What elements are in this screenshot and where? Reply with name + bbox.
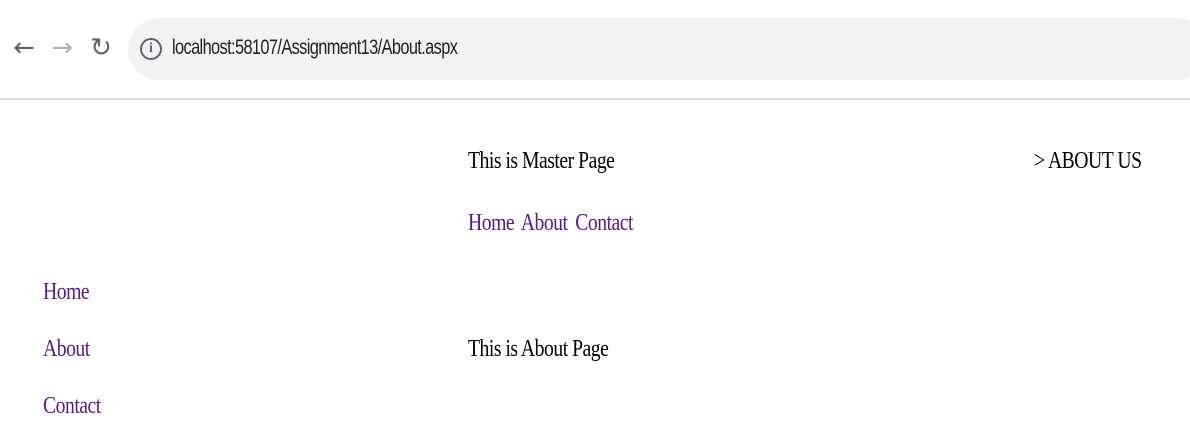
url-text[interactable]: localhost:58107/Assignment13/About.aspx	[172, 36, 458, 60]
arrow-right-icon[interactable]: →	[44, 30, 80, 66]
top-nav-contact-link[interactable]: Contact	[575, 210, 633, 236]
side-nav-contact-link[interactable]: Contact	[43, 393, 101, 420]
side-nav-home-link[interactable]: Home	[43, 279, 90, 306]
about-page-content: This is About Page	[468, 336, 609, 362]
top-nav-about-link[interactable]: About	[521, 210, 568, 236]
arrow-left-icon[interactable]: ←	[6, 30, 42, 66]
master-page-title: This is Master Page	[468, 148, 615, 174]
browser-toolbar: ← → ↻ i localhost:58107/Assignment13/Abo…	[0, 0, 1190, 100]
breadcrumb: > ABOUT US	[1034, 148, 1142, 174]
info-icon[interactable]: i	[140, 38, 162, 60]
address-bar[interactable]: i localhost:58107/Assignment13/About.asp…	[128, 18, 1190, 80]
side-nav-about-link[interactable]: About	[43, 336, 90, 363]
top-nav-menu: Home About Contact	[468, 210, 636, 237]
top-nav-home-link[interactable]: Home	[468, 210, 515, 236]
reload-icon[interactable]: ↻	[83, 30, 119, 66]
